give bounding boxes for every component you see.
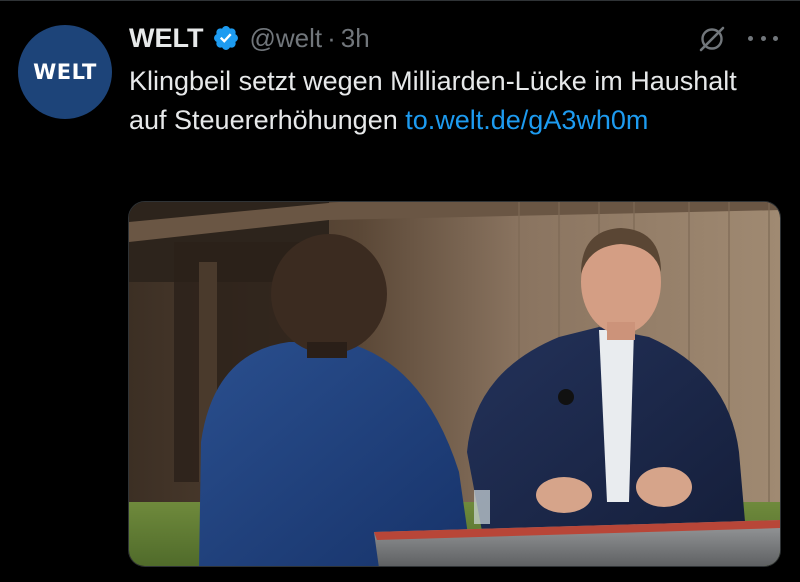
tweet-text: Klingbeil setzt wegen Milliarden-Lücke i… [129,62,769,139]
more-dot-icon [773,36,778,41]
header-separator: · [327,22,336,53]
timestamp[interactable]: 3h [341,23,370,54]
tweet-media-photo[interactable] [128,201,781,567]
tweet-link[interactable]: to.welt.de/gA3wh0m [405,105,648,135]
avatar[interactable]: WELT [18,25,112,119]
top-divider [0,0,800,1]
more-options-icon[interactable] [748,36,778,44]
more-dot-icon [748,36,753,41]
tweet-header: WELT @welt · 3h [129,18,370,58]
grok-icon[interactable] [697,24,727,54]
avatar-logo: WELT [33,60,97,84]
more-dot-icon [760,36,766,41]
verified-badge-icon[interactable] [212,24,240,52]
photo-illustration [129,202,780,566]
author-name[interactable]: WELT [129,23,203,54]
author-handle[interactable]: @welt [249,23,322,54]
